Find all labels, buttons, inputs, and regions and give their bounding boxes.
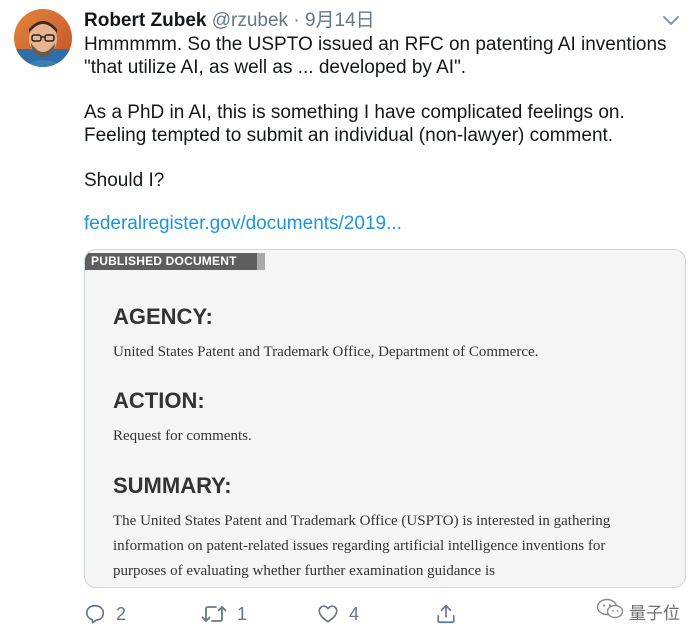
reply-icon <box>84 603 106 625</box>
card-tag: PUBLISHED DOCUMENT <box>85 253 265 270</box>
reply-button[interactable]: 2 <box>84 603 126 625</box>
reply-count: 2 <box>116 603 127 624</box>
like-button[interactable]: 4 <box>317 603 359 625</box>
author-name[interactable]: Robert Zubek <box>84 10 206 31</box>
section-heading-agency: AGENCY: <box>113 304 213 329</box>
watermark-text: 量子位 <box>629 604 680 623</box>
section-body-summary: The United States Patent and Trademark O… <box>113 513 611 579</box>
retweet-button[interactable]: 1 <box>201 603 247 625</box>
heart-icon <box>317 603 339 625</box>
chevron-down-icon[interactable] <box>662 14 680 26</box>
tweet-actions: 2 1 4 <box>84 603 684 631</box>
tweet-paragraph: Hmmmmm. So the USPTO issued an RFC on pa… <box>84 34 667 78</box>
separator-dot: · <box>293 10 300 31</box>
section-heading-action: ACTION: <box>113 388 205 413</box>
avatar[interactable] <box>14 9 72 67</box>
share-button[interactable] <box>435 603 457 625</box>
like-count: 4 <box>349 603 360 624</box>
link-preview-card[interactable]: PUBLISHED DOCUMENT AGENCY: United States… <box>84 249 686 588</box>
share-icon <box>435 603 457 625</box>
tweet-paragraph: Should I? <box>84 170 165 191</box>
section-body-action: Request for comments. <box>113 428 252 444</box>
wechat-icon <box>596 598 624 625</box>
section-body-agency: United States Patent and Trademark Offic… <box>113 344 539 360</box>
retweet-icon <box>201 603 227 625</box>
tweet-link[interactable]: federalregister.gov/documents/2019... <box>84 212 402 236</box>
watermark: 量子位 <box>596 598 680 625</box>
author-handle[interactable]: @rzubek <box>212 10 288 31</box>
tweet-header: Robert Zubek @rzubek · 9月14日 <box>84 9 375 33</box>
retweet-count: 1 <box>237 603 248 624</box>
section-heading-summary: SUMMARY: <box>113 473 232 498</box>
tweet-paragraph: As a PhD in AI, this is something I have… <box>84 102 625 146</box>
tweet-date[interactable]: 9月14日 <box>305 10 375 31</box>
tweet-text: Hmmmmm. So the USPTO issued an RFC on pa… <box>84 33 684 192</box>
